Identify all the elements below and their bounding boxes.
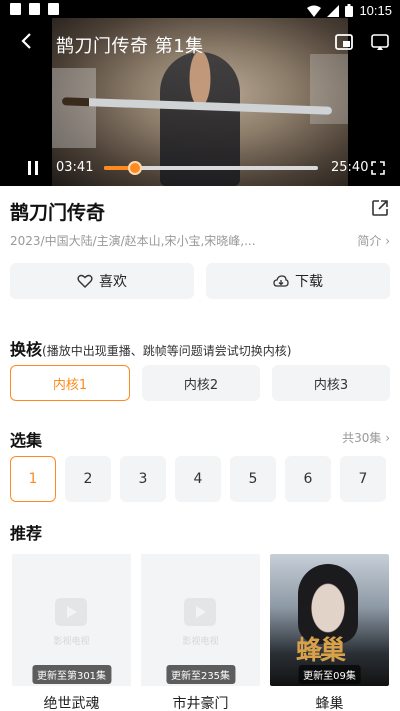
battery-icon bbox=[345, 4, 354, 17]
update-badge: 更新至第301集 bbox=[31, 665, 112, 684]
kernel-hint: (播放中出现重播、跳帧等问题请尝试切换内核) bbox=[42, 344, 292, 358]
like-button[interactable]: 喜欢 bbox=[10, 263, 194, 299]
heart-icon bbox=[77, 274, 93, 288]
episode-button-3[interactable]: 3 bbox=[120, 456, 166, 502]
signal-icon bbox=[327, 4, 340, 17]
episode-button-1[interactable]: 1 bbox=[10, 456, 56, 502]
recommend-thumbnail: 影视电视更新至235集 bbox=[141, 554, 260, 686]
current-time: 03:41 bbox=[56, 160, 94, 175]
gallery-notification-icon bbox=[10, 3, 21, 15]
share-icon[interactable] bbox=[370, 198, 390, 218]
total-time: 25:40 bbox=[331, 160, 369, 175]
placeholder-logo-icon bbox=[55, 598, 87, 626]
episodes-title: 选集 bbox=[10, 431, 43, 450]
video-title: 鹊刀门传奇 第1集 bbox=[56, 36, 204, 57]
all-episodes-link[interactable]: 共30集 › bbox=[342, 429, 390, 446]
placeholder-text: 影视电视 bbox=[182, 637, 219, 647]
frame-left-panel bbox=[52, 68, 96, 148]
episode-button-4[interactable]: 4 bbox=[175, 456, 221, 502]
status-time: 10:15 bbox=[359, 3, 392, 18]
episode-button-2[interactable]: 2 bbox=[65, 456, 111, 502]
fullscreen-icon[interactable] bbox=[371, 161, 385, 175]
kernel-options: 内核1 内核2 内核3 bbox=[10, 365, 390, 401]
wifi-icon bbox=[307, 5, 322, 17]
pause-icon[interactable] bbox=[26, 160, 40, 176]
recommend-thumbnail: 蜂巢 更新至09集 bbox=[270, 554, 389, 686]
show-meta: 2023/中国大陆/主演/赵本山,宋小宝,宋晓峰,... bbox=[10, 234, 256, 248]
episode-button-5[interactable]: 5 bbox=[230, 456, 276, 502]
recommend-title: 推荐 bbox=[10, 524, 43, 543]
recommend-card[interactable]: 影视电视更新至235集市井豪门 bbox=[141, 554, 260, 711]
placeholder-text: 影视电视 bbox=[53, 637, 90, 647]
player-top-bar: 鹊刀门传奇 第1集 bbox=[0, 22, 400, 62]
progress-bar[interactable] bbox=[104, 161, 318, 175]
video-player[interactable]: 10:15 鹊刀门传奇 第1集 03:41 25:40 bbox=[0, 0, 400, 186]
player-controls: 03:41 25:40 bbox=[0, 154, 400, 182]
like-label: 喜欢 bbox=[99, 274, 127, 290]
file-notification-icon bbox=[29, 3, 40, 15]
recommend-list: 影视电视 更新至第301集 绝世武魂 影视电视 更新至235集 市井豪门 蜂巢 更新至09集蜂… bbox=[12, 554, 392, 711]
episode-button-7[interactable]: 7 bbox=[340, 456, 386, 502]
update-badge: 更新至235集 bbox=[165, 665, 236, 684]
recommend-thumbnail: 影视电视更新至第301集 bbox=[12, 554, 131, 686]
download-button[interactable]: 下载 bbox=[206, 263, 390, 299]
recommend-name: 绝世武魂 bbox=[43, 696, 100, 711]
episode-button-6[interactable]: 6 bbox=[285, 456, 331, 502]
recommend-name: 市井豪门 bbox=[172, 696, 229, 711]
update-badge: 更新至09集 bbox=[298, 665, 361, 684]
placeholder-logo-icon bbox=[184, 598, 216, 626]
picture-in-picture-icon[interactable] bbox=[334, 32, 354, 52]
status-bar: 10:15 bbox=[0, 0, 400, 20]
kernel-title: 换核 bbox=[10, 340, 43, 359]
app-notification-icon bbox=[48, 3, 59, 15]
kernel-option-2[interactable]: 内核2 bbox=[142, 365, 260, 401]
progress-handle[interactable] bbox=[127, 161, 142, 175]
download-label: 下载 bbox=[295, 274, 323, 290]
kernel-section-title: 换核(播放中出现重播、跳帧等问题请尝试切换内核) bbox=[10, 336, 291, 360]
cast-icon[interactable] bbox=[370, 32, 390, 52]
back-icon[interactable] bbox=[16, 30, 38, 52]
kernel-option-1[interactable]: 内核1 bbox=[10, 365, 130, 401]
cloud-download-icon bbox=[273, 275, 289, 287]
show-title: 鹊刀门传奇 bbox=[10, 202, 106, 224]
recommend-name: 蜂巢 bbox=[315, 696, 344, 711]
recommend-card[interactable]: 蜂巢 更新至09集 蜂巢 bbox=[270, 554, 389, 711]
intro-link[interactable]: 简介 › bbox=[357, 232, 390, 249]
kernel-option-3[interactable]: 内核3 bbox=[272, 365, 390, 401]
action-row: 喜欢 下载 bbox=[10, 263, 390, 299]
recommend-card[interactable]: 影视电视更新至第301集绝世武魂 bbox=[12, 554, 131, 711]
poster-title-art: 蜂巢 bbox=[296, 636, 346, 666]
episode-list: 1234567 bbox=[10, 456, 400, 502]
